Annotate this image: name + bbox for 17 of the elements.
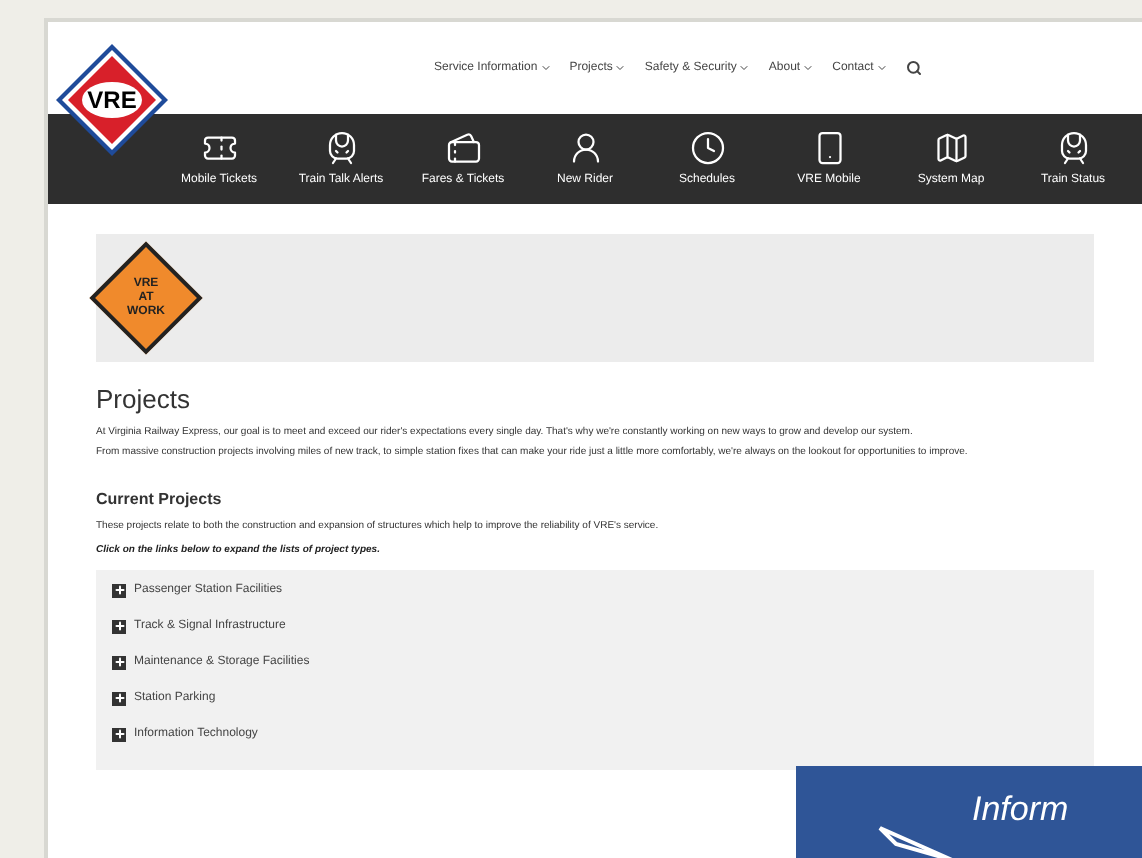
train-icon [1055, 129, 1091, 165]
plus-icon [112, 583, 126, 597]
person-icon [567, 129, 603, 165]
clock-icon [689, 129, 725, 165]
plus-icon [112, 655, 126, 669]
tickets-icon [445, 129, 481, 165]
plus-icon [112, 691, 126, 705]
banner-text: Inform [972, 792, 1069, 826]
paper-plane-icon [876, 824, 956, 858]
search-icon[interactable] [905, 60, 922, 76]
plus-icon [112, 619, 126, 633]
map-icon [933, 129, 969, 165]
plus-icon [112, 727, 126, 741]
page-title: Projects [96, 382, 192, 418]
logo[interactable]: VRE [54, 42, 170, 158]
section-heading: Current Projects [96, 487, 224, 511]
train-icon [323, 129, 359, 165]
